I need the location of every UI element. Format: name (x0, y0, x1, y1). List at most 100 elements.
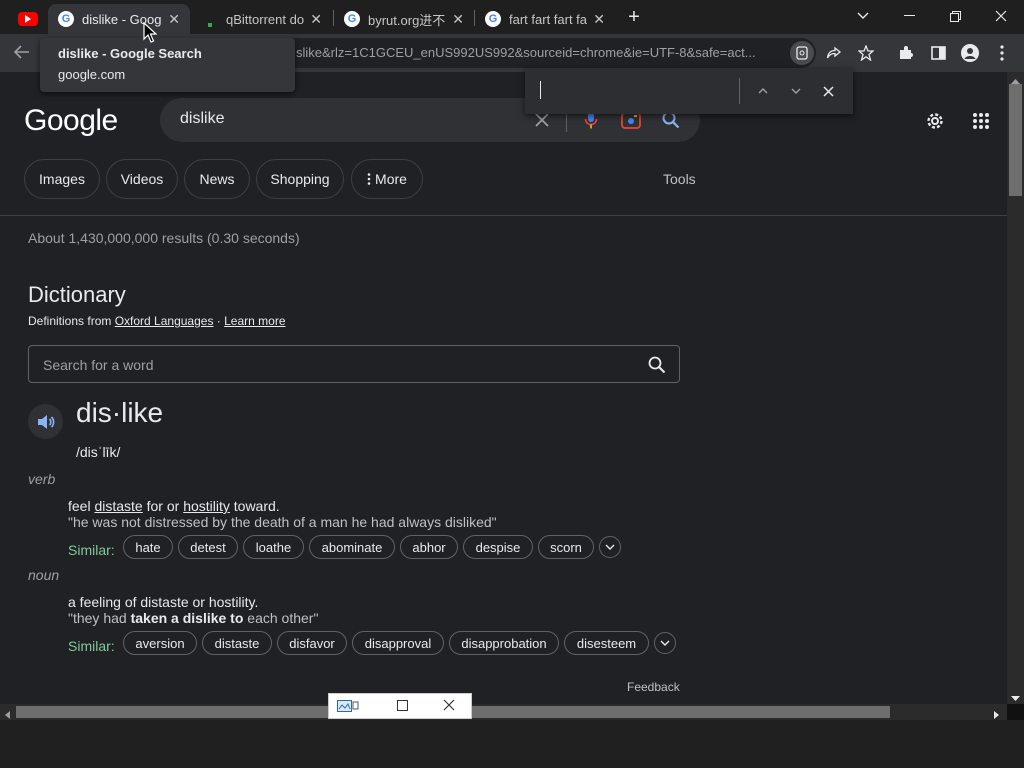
similar-label: Similar: (68, 638, 115, 654)
expand-similar-button[interactable] (654, 632, 676, 654)
def-text: feel (68, 498, 95, 514)
google-logo[interactable]: Google (24, 104, 118, 138)
tab-close-icon[interactable]: ✕ (168, 11, 180, 28)
result-stats: About 1,430,000,000 results (0.30 second… (28, 230, 300, 246)
synonym-chip[interactable]: abhor (400, 535, 458, 559)
synonym-chip[interactable]: abominate (309, 535, 395, 559)
scroll-left-arrow[interactable] (3, 707, 13, 719)
mouse-cursor-icon (143, 21, 158, 49)
window-app-icon (337, 699, 359, 715)
qbittorrent-icon (202, 11, 218, 27)
close-icon (822, 85, 834, 97)
synonym-chip[interactable]: loathe (243, 535, 304, 559)
google-icon: G (58, 11, 74, 27)
lens-icon (796, 46, 808, 60)
tab-close-icon[interactable]: ✕ (310, 11, 322, 28)
google-lens-button[interactable] (790, 41, 814, 65)
similar-label: Similar: (68, 542, 115, 558)
vertical-scroll-thumb[interactable] (1009, 84, 1022, 196)
speaker-icon (37, 414, 54, 429)
feedback-link[interactable]: Feedback (627, 680, 680, 694)
word-search-box[interactable] (28, 345, 680, 383)
find-next-button[interactable] (785, 80, 807, 102)
learn-more-link[interactable]: Learn more (224, 314, 285, 328)
side-panel-button[interactable] (926, 41, 950, 65)
tab-close-icon[interactable]: ✕ (593, 11, 605, 28)
maximize-icon[interactable] (397, 698, 408, 714)
expand-similar-button[interactable] (599, 536, 621, 558)
find-previous-button[interactable] (752, 80, 774, 102)
synonym-chip[interactable]: disapproval (352, 631, 444, 655)
menu-button[interactable] (990, 41, 1014, 65)
hostility-link[interactable]: hostility (183, 498, 230, 514)
google-apps-button[interactable] (968, 108, 994, 134)
example-text: "they had (68, 610, 131, 626)
search-icon[interactable] (647, 355, 667, 375)
part-of-speech-verb: verb (28, 471, 56, 487)
share-icon (826, 46, 842, 59)
share-button[interactable] (822, 41, 846, 65)
distaste-link[interactable]: distaste (94, 498, 142, 514)
tab-title: qBittorrent do (226, 11, 305, 27)
synonym-chip[interactable]: distaste (202, 631, 272, 655)
phonetic: /disˈlīk/ (76, 444, 121, 460)
scroll-up-arrow[interactable] (1010, 72, 1021, 84)
chip-shopping[interactable]: Shopping (256, 159, 344, 199)
synonym-chip[interactable]: hate (123, 535, 173, 559)
chip-more[interactable]: More (351, 159, 423, 199)
synonym-chip[interactable]: detest (178, 535, 238, 559)
tools-button[interactable]: Tools (663, 171, 696, 187)
tab-fart[interactable]: G fart fart fart fa ✕ (475, 4, 615, 34)
dictionary-source: Definitions from Oxford Languages · Lear… (28, 314, 286, 328)
back-arrow-icon (14, 45, 29, 59)
profile-button[interactable] (958, 41, 982, 65)
tab-close-icon[interactable]: ✕ (452, 11, 464, 28)
synonym-chip[interactable]: scorn (538, 535, 594, 559)
tab-title: byrut.org进不去 (368, 12, 446, 28)
source-dot: · (213, 314, 225, 328)
synonym-chip[interactable]: disfavor (277, 631, 347, 655)
search-input[interactable]: dislike (180, 110, 224, 128)
chip-images[interactable]: Images (24, 159, 100, 199)
back-button[interactable] (10, 40, 34, 64)
find-close-button[interactable] (817, 80, 839, 102)
close-window-button[interactable] (978, 0, 1024, 32)
new-tab-button[interactable]: + (622, 6, 646, 28)
def-text: toward. (229, 498, 280, 514)
tab-search-button[interactable] (840, 0, 886, 32)
minimized-window-bar[interactable] (328, 693, 472, 719)
url-text[interactable]: slike&rlz=1C1GCEU_enUS992US992&sourceid=… (296, 45, 786, 61)
synonym-chip[interactable]: aversion (123, 631, 197, 655)
tab-byrut[interactable]: G byrut.org进不去 ✕ (334, 4, 474, 34)
chip-news[interactable]: News (184, 159, 250, 199)
find-in-page-bar (525, 68, 853, 114)
close-icon[interactable] (443, 698, 455, 714)
oxford-languages-link[interactable]: Oxford Languages (115, 314, 214, 328)
word-search-input[interactable] (43, 355, 623, 375)
close-icon (995, 10, 1007, 22)
minimize-button[interactable] (886, 0, 932, 32)
settings-button[interactable] (922, 108, 948, 134)
chevron-up-icon (758, 88, 768, 94)
scroll-down-arrow[interactable] (1010, 690, 1021, 701)
synonym-chip[interactable]: despise (463, 535, 533, 559)
example-bold: taken a dislike to (130, 610, 244, 626)
restore-button[interactable] (932, 0, 978, 32)
side-panel-icon (930, 46, 946, 60)
synonym-chip[interactable]: disesteem (564, 631, 649, 655)
pronunciation-button[interactable] (28, 404, 63, 439)
find-input-caret[interactable] (540, 81, 541, 99)
tab-qbittorrent[interactable]: qBittorrent do ✕ (192, 4, 332, 34)
source-prefix: Definitions from (28, 314, 115, 328)
star-icon (858, 45, 874, 61)
scroll-right-arrow[interactable] (993, 707, 1003, 719)
extensions-button[interactable] (894, 41, 918, 65)
tab-youtube[interactable] (8, 4, 48, 34)
chip-videos[interactable]: Videos (106, 159, 178, 199)
bookmark-button[interactable] (854, 41, 878, 65)
example-text: each other" (243, 610, 319, 626)
synonym-chip[interactable]: disapprobation (449, 631, 559, 655)
minimize-icon (903, 15, 915, 16)
google-icon: G (485, 11, 501, 27)
tab-dislike-google[interactable]: G dislike - Googl ✕ (48, 4, 190, 34)
